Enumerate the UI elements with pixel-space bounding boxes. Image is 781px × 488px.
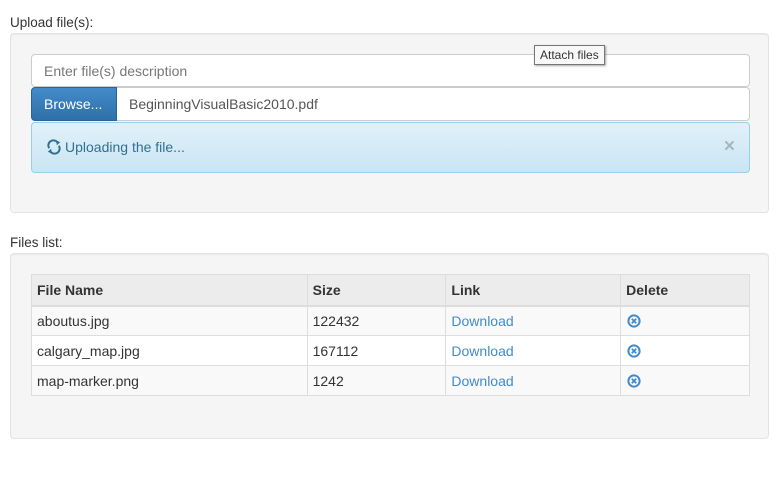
attach-files-tooltip: Attach files [534,45,605,65]
file-delete-cell [620,365,750,396]
table-row: calgary_map.jpg 167112 Download [31,335,750,366]
table-row: aboutus.jpg 122432 Download [31,305,750,336]
remove-circle-icon[interactable] [627,373,641,388]
browse-button[interactable]: Browse... [31,87,117,121]
column-header-file-name: File Name [31,274,308,307]
file-delete-cell [620,305,750,336]
download-link[interactable]: Download [451,373,513,389]
file-name-cell: calgary_map.jpg [31,335,308,366]
selected-file-name: BeginningVisualBasic2010.pdf [117,87,750,121]
file-description-input[interactable] [31,54,750,87]
table-header-row: File Name Size Link Delete [31,274,750,307]
upload-section-label: Upload file(s): [10,15,94,30]
remove-circle-icon[interactable] [627,343,641,358]
file-size-cell: 1242 [306,365,447,396]
remove-circle-icon[interactable] [627,314,641,328]
file-delete-cell [620,335,750,366]
file-picker: Browse... BeginningVisualBasic2010.pdf [31,87,750,121]
files-panel: File Name Size Link Delete aboutus.jpg 1… [10,253,769,439]
file-link-cell: Download [445,305,622,336]
file-size-cell: 122432 [306,305,447,336]
files-table: File Name Size Link Delete aboutus.jpg 1… [31,274,750,396]
upload-status-alert: Uploading the file... × [31,122,750,173]
refresh-icon [47,139,61,155]
column-header-size: Size [306,274,447,307]
file-size-cell: 167112 [306,335,447,366]
file-link-cell: Download [445,335,622,366]
download-link[interactable]: Download [451,313,513,329]
column-header-link: Link [445,274,622,307]
upload-panel: Attach files Browse... BeginningVisualBa… [10,33,769,213]
file-link-cell: Download [445,365,622,396]
table-row: map-marker.png 1242 Download [31,365,750,396]
files-section-label: Files list: [10,235,63,250]
upload-status-text: Uploading the file... [65,139,185,155]
column-header-delete: Delete [620,274,750,307]
download-link[interactable]: Download [451,343,513,359]
file-name-cell: map-marker.png [31,365,308,396]
file-name-cell: aboutus.jpg [31,305,308,336]
close-icon[interactable]: × [724,137,735,156]
